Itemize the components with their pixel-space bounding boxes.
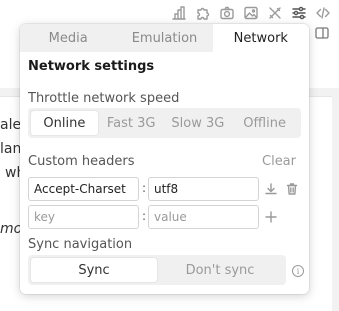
tools-icon[interactable] — [267, 5, 283, 21]
throttle-option-offline[interactable]: Offline — [231, 111, 298, 135]
tab-media[interactable]: Media — [20, 24, 116, 52]
throttle-selector: Online Fast 3G Slow 3G Offline — [28, 108, 301, 138]
header-separator: : — [142, 209, 147, 223]
new-header-key-input[interactable] — [28, 205, 139, 229]
throttle-label: Throttle network speed — [28, 91, 180, 106]
download-icon[interactable] — [264, 182, 278, 196]
header-key-field[interactable] — [28, 177, 139, 201]
tab-emulation[interactable]: Emulation — [116, 24, 212, 52]
new-header-value-input[interactable] — [148, 205, 259, 229]
throttle-option-online[interactable]: Online — [31, 111, 98, 135]
throttle-option-slow-3g[interactable]: Slow 3G — [165, 111, 232, 135]
clear-headers-button[interactable]: Clear — [262, 154, 296, 169]
tab-bar: Media Emulation Network — [20, 24, 309, 52]
custom-headers-label: Custom headers — [28, 154, 135, 169]
sync-selector: Sync Don't sync — [28, 255, 286, 285]
plus-icon[interactable] — [264, 210, 278, 224]
settings-panel: Media Emulation Network Network settings… — [20, 24, 309, 294]
trash-icon[interactable] — [285, 182, 299, 196]
sync-navigation-label: Sync navigation — [28, 237, 133, 252]
info-icon[interactable]: i — [292, 265, 304, 277]
devtools-toolbar — [171, 3, 331, 23]
sync-option-dont-sync[interactable]: Don't sync — [157, 258, 283, 282]
device-icon[interactable] — [315, 24, 329, 39]
header-value-field[interactable] — [148, 177, 259, 201]
panel-title: Network settings — [28, 59, 155, 74]
image-icon[interactable] — [243, 5, 259, 21]
header-separator: : — [142, 181, 147, 195]
sync-option-sync[interactable]: Sync — [31, 258, 157, 282]
chart-icon[interactable] — [171, 5, 187, 21]
sliders-icon[interactable] — [291, 5, 307, 21]
code-icon[interactable] — [315, 5, 331, 21]
tab-network[interactable]: Network — [212, 24, 309, 52]
throttle-option-fast-3g[interactable]: Fast 3G — [98, 111, 165, 135]
background-text: ale — [0, 117, 22, 133]
puzzle-icon[interactable] — [195, 5, 211, 21]
camera-icon[interactable] — [219, 5, 235, 21]
background-text: lan — [0, 141, 22, 157]
